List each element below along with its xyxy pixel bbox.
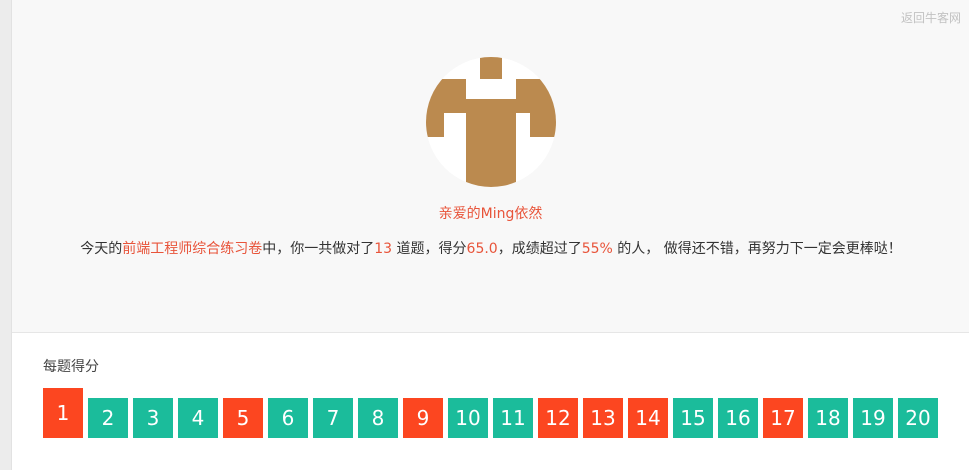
summary-text: ，成绩超过了	[497, 241, 582, 257]
back-to-nowcoder-link[interactable]: 返回牛客网	[901, 9, 961, 26]
question-score-cell[interactable]: 18	[808, 398, 848, 438]
question-score-cell[interactable]: 2	[88, 398, 128, 438]
question-score-cell[interactable]: 11	[493, 398, 533, 438]
score-value: 65.0	[466, 241, 498, 257]
question-score-cell[interactable]: 9	[403, 398, 443, 438]
summary-text: 中，你一共做对了	[262, 241, 375, 257]
question-score-cell[interactable]: 15	[673, 398, 713, 438]
question-score-cell[interactable]: 6	[268, 398, 308, 438]
question-score-cell[interactable]: 16	[718, 398, 758, 438]
summary-text: 道题，得分	[392, 241, 467, 257]
summary-text: 今天的	[80, 241, 123, 257]
question-score-cell[interactable]: 10	[448, 398, 488, 438]
question-score-cell[interactable]: 19	[853, 398, 893, 438]
percentile-value: 55%	[581, 241, 613, 257]
question-score-cell[interactable]: 14	[628, 398, 668, 438]
user-greeting-name: 亲爱的Ming依然	[438, 206, 543, 222]
question-score-cell[interactable]: 17	[763, 398, 803, 438]
question-score-cell[interactable]: 5	[223, 398, 263, 438]
question-score-cell[interactable]: 3	[133, 398, 173, 438]
summary-text: 的人， 做得还不错，再努力下一定会更棒哒！	[612, 241, 902, 257]
left-edge-strip	[0, 0, 12, 470]
result-header-panel: 返回牛客网 亲爱的Ming依然 今天的前端工程师综合练习卷中，你一共做对了13 …	[12, 0, 969, 333]
question-score-cell[interactable]: 12	[538, 398, 578, 438]
result-summary: 今天的前端工程师综合练习卷中，你一共做对了13 道题，得分65.0，成绩超过了5…	[40, 238, 942, 260]
per-question-score-title: 每题得分	[43, 359, 99, 375]
avatar-pattern-icon	[426, 57, 556, 187]
question-score-cell[interactable]: 20	[898, 398, 938, 438]
question-score-cell[interactable]: 7	[313, 398, 353, 438]
question-score-cell[interactable]: 1	[43, 388, 83, 438]
question-score-cell[interactable]: 8	[358, 398, 398, 438]
avatar	[426, 57, 556, 187]
question-score-grid: 1 2 3 4 5 6 7 8 9 10 11 12 13 14 15 16 17 18 19 20	[43, 388, 943, 438]
question-score-cell[interactable]: 4	[178, 398, 218, 438]
paper-name: 前端工程师综合练习卷	[122, 241, 263, 257]
correct-count: 13	[374, 241, 393, 257]
question-score-cell[interactable]: 13	[583, 398, 623, 438]
